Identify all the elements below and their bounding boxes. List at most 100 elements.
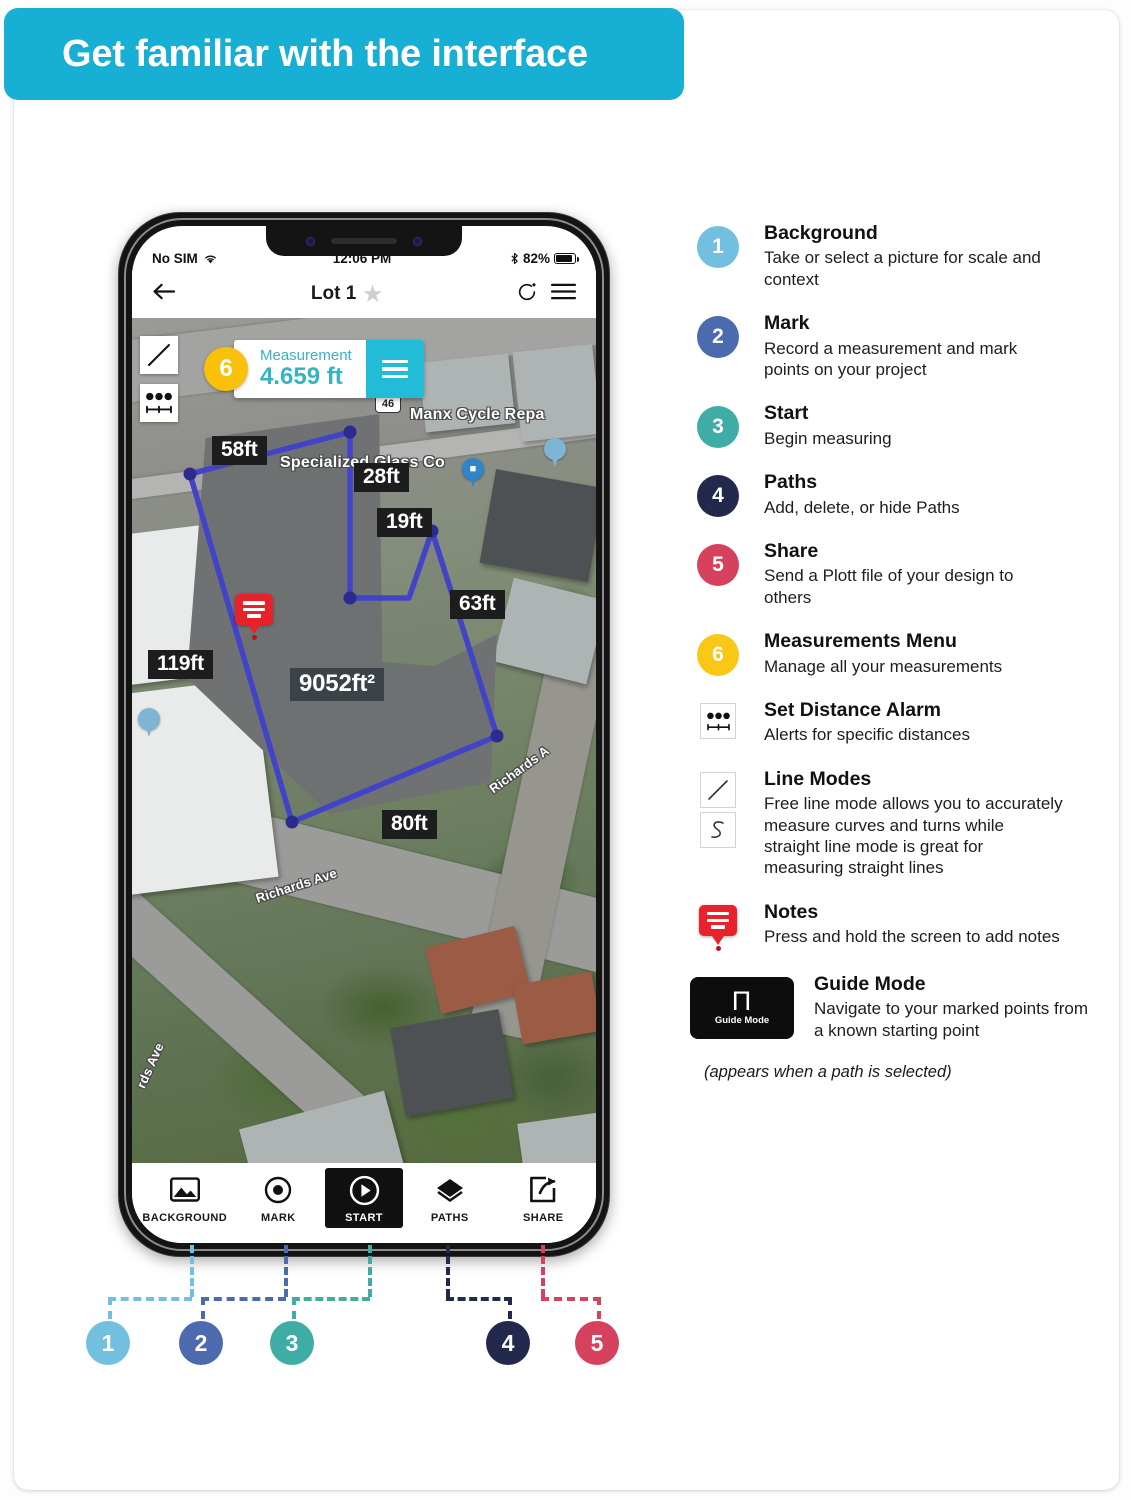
toolbar-label: PATHS [430,1211,469,1224]
callout-connector [508,1297,512,1319]
legend-badge: 3 [697,406,739,449]
project-title-group: Lot 1 ★ [177,283,516,305]
callout-connector [541,1245,545,1297]
phone-mockup: No SIM 12:06 PM 82% Lot 1 ★ 46 ■ Manx Cy… [118,212,618,1272]
measurements-menu-button[interactable] [365,340,424,398]
callout-connector [597,1297,601,1319]
edge-measure-chip: 119ft [148,650,213,679]
project-title: Lot 1 [310,283,357,304]
legend-marker [690,901,746,951]
guide-mode-caption: Guide Mode [714,1015,770,1027]
legend-text: Set Distance Alarm Alerts for specific d… [764,699,1090,746]
legend-title: Background [764,222,878,244]
callout-connector [292,1297,370,1301]
battery-percent-label: 82% [522,251,550,266]
distance-alarm-icon [706,712,730,730]
callout-connector [541,1297,601,1301]
callout-badge-4: 4 [486,1321,530,1365]
callout-connector [292,1297,296,1319]
legend-title: Guide Mode [814,972,926,995]
legend-text: Share Send a Plott file of your design t… [764,540,1090,608]
nav-actions [516,281,577,308]
legend-marker: Π Guide Mode [690,973,800,1041]
callout-connector [446,1297,512,1301]
straight-line-icon-box [700,771,736,808]
share-box-icon [529,1173,557,1207]
target-dot-icon [264,1173,292,1207]
edge-measure-chip: 63ft [450,590,505,619]
legend-text: Background Take or select a picture for … [764,222,1090,290]
edge-measure-chip: 80ft [382,810,437,839]
callout-badge-1: 1 [86,1321,130,1365]
legend-desc: Send a Plott file of your design to othe… [764,566,1014,607]
phone-notch [266,226,462,256]
callout-connector [284,1245,288,1297]
legend-title: Notes [764,900,819,923]
wifi-icon [204,255,216,263]
map-pin-icon[interactable] [544,438,566,468]
note-pin-icon[interactable] [235,594,273,640]
page-title: Get familiar with the interface [62,32,588,75]
legend-text: Mark Record a measurement and mark point… [764,312,1090,380]
legend-desc: Add, delete, or hide Paths [764,497,960,517]
map-pin-icon[interactable] [138,708,160,738]
toolbar-item-start[interactable]: START [325,1168,403,1228]
legend-item-guide-mode: Π Guide Mode Guide Mode Navigate to your… [690,973,1090,1041]
callout-group: 1 2 3 4 5 [0,1245,720,1375]
status-left: No SIM [152,251,272,266]
measurement-banner[interactable]: 6 Measurement 4.659 ft [204,340,424,398]
legend-marker: 3 [690,402,746,449]
distance-alarm-button[interactable] [140,384,178,422]
image-icon [169,1173,200,1207]
map-canvas[interactable]: 46 ■ Manx Cycle Repa Specialized Glass C… [132,318,596,1163]
callout-connector [201,1297,286,1301]
sensor-dot-icon [306,236,315,246]
legend-item-share: 5 Share Send a Plott file of your design… [690,540,1090,608]
legend-desc: Free line mode allows you to accurately … [764,794,1063,878]
legend-marker: 1 [690,222,746,290]
map-place-label: Manx Cycle Repa [410,406,545,423]
toolbar-label: MARK [260,1211,296,1224]
app-bottom-toolbar: BACKGROUND MARK START PATHS SHARE [132,1163,596,1243]
legend-item-distance-alarm: Set Distance Alarm Alerts for specific d… [690,699,1090,746]
guide-mode-icon: Π Guide Mode [690,976,794,1039]
legend-item-background: 1 Background Take or select a picture fo… [690,222,1090,290]
legend-badge: 2 [697,316,739,359]
legend-desc: Manage all your measurements [764,656,1003,676]
toolbar-item-mark[interactable]: MARK [232,1173,326,1224]
hamburger-menu-icon[interactable] [550,282,577,306]
legend-title: Paths [764,471,818,494]
legend-desc: Press and hold the screen to add notes [764,927,1060,947]
map-pin-icon[interactable]: ■ [462,458,484,488]
legend-text: Paths Add, delete, or hide Paths [764,471,1090,518]
legend-desc: Take or select a picture for scale and c… [764,248,1041,289]
bluetooth-icon [511,252,518,265]
callout-badge-2: 2 [179,1321,223,1365]
callout-badge-5: 5 [575,1321,619,1365]
measurement-polygon[interactable] [132,318,596,1163]
edge-measure-chip: 28ft [354,463,409,492]
refresh-undo-icon[interactable] [516,281,538,308]
legend-text: Notes Press and hold the screen to add n… [764,901,1090,951]
legend-desc: Record a measurement and mark points on … [764,338,1018,379]
diagonal-line-icon [148,344,170,366]
toolbar-item-paths[interactable]: PATHS [403,1173,497,1224]
edge-measure-chip: 19ft [377,508,432,537]
measurement-panel[interactable]: Measurement 4.659 ft [234,340,424,398]
toolbar-item-share[interactable]: SHARE [497,1173,591,1224]
legend-badge: 1 [697,226,739,268]
legend-badge: 6 [697,634,739,677]
play-circle-icon [349,1173,380,1207]
star-icon[interactable]: ★ [363,284,382,305]
toolbar-label: START [345,1212,383,1224]
legend-title: Mark [764,312,810,335]
toolbar-item-background[interactable]: BACKGROUND [138,1173,232,1224]
phone-screen: No SIM 12:06 PM 82% Lot 1 ★ 46 ■ Manx Cy… [132,226,596,1243]
s-curve-icon [711,821,724,838]
legend-text: Measurements Menu Manage all your measur… [764,630,1090,677]
legend-desc: Alerts for specific distances [764,725,970,745]
legend-marker [690,768,746,879]
back-arrow-icon[interactable] [152,282,177,306]
callout-connector [190,1245,194,1297]
line-mode-button[interactable] [140,336,178,374]
